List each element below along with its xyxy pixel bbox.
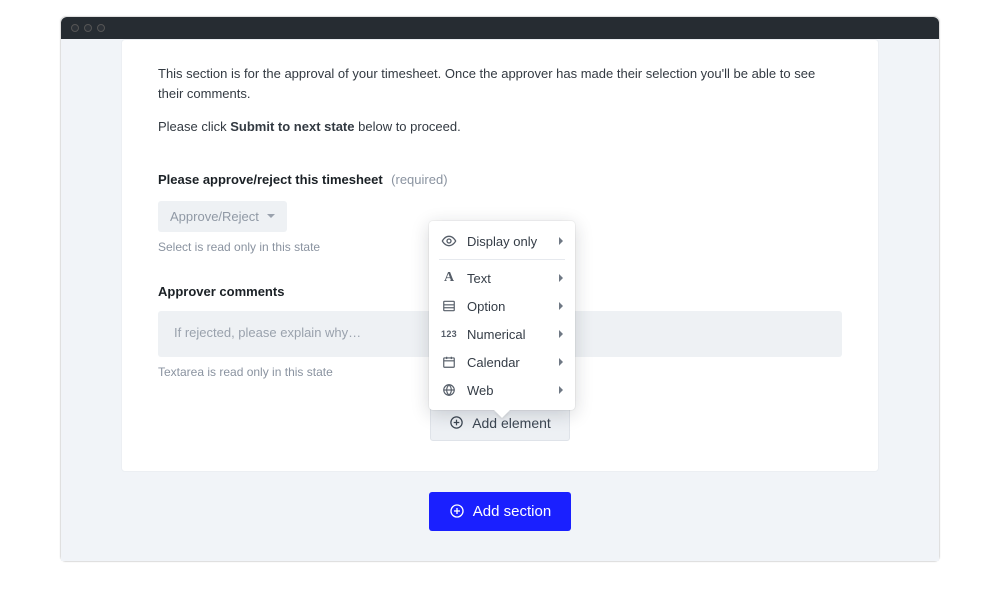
chevron-right-icon [559, 274, 563, 282]
menu-item-numerical[interactable]: 123 Numerical [429, 320, 575, 348]
chevron-right-icon [559, 358, 563, 366]
intro-line-2-bold: Submit to next state [230, 119, 354, 134]
intro-line-1: This section is for the approval of your… [158, 64, 842, 103]
menu-label: Calendar [467, 355, 549, 370]
plus-circle-icon [449, 415, 464, 430]
eye-icon [441, 233, 457, 249]
select-value: Approve/Reject [170, 209, 259, 224]
intro-line-2: Please click Submit to next state below … [158, 117, 842, 137]
element-type-menu: Display only A Text Option 123 Numerical [429, 221, 575, 410]
window-min-dot[interactable] [84, 24, 92, 32]
textarea-placeholder: If rejected, please explain why… [174, 325, 361, 340]
add-section-button[interactable]: Add section [429, 492, 571, 531]
text-icon: A [441, 270, 457, 286]
intro-line-2-prefix: Please click [158, 119, 230, 134]
required-tag: (required) [391, 172, 447, 187]
number-icon: 123 [441, 326, 457, 342]
add-element-label: Add element [472, 415, 551, 431]
menu-item-display-only[interactable]: Display only [429, 227, 575, 255]
window-max-dot[interactable] [97, 24, 105, 32]
calendar-icon [441, 354, 457, 370]
window-close-dot[interactable] [71, 24, 79, 32]
menu-label: Option [467, 299, 549, 314]
menu-label: Web [467, 383, 549, 398]
menu-item-calendar[interactable]: Calendar [429, 348, 575, 376]
menu-item-option[interactable]: Option [429, 292, 575, 320]
titlebar [61, 17, 939, 39]
list-icon [441, 298, 457, 314]
menu-label: Text [467, 271, 549, 286]
chevron-right-icon [559, 302, 563, 310]
approve-reject-select[interactable]: Approve/Reject [158, 201, 287, 232]
plus-circle-icon [449, 503, 465, 519]
add-section-label: Add section [473, 503, 551, 520]
globe-icon [441, 382, 457, 398]
intro-line-2-suffix: below to proceed. [355, 119, 461, 134]
menu-item-text[interactable]: A Text [429, 264, 575, 292]
chevron-down-icon [267, 214, 275, 218]
chevron-right-icon [559, 330, 563, 338]
add-section-row: Add section [61, 492, 939, 531]
chevron-right-icon [559, 237, 563, 245]
menu-divider [439, 259, 565, 260]
menu-label: Display only [467, 234, 549, 249]
menu-item-web[interactable]: Web [429, 376, 575, 404]
menu-label: Numerical [467, 327, 549, 342]
approve-reject-label: Please approve/reject this timesheet [158, 172, 383, 187]
chevron-right-icon [559, 386, 563, 394]
